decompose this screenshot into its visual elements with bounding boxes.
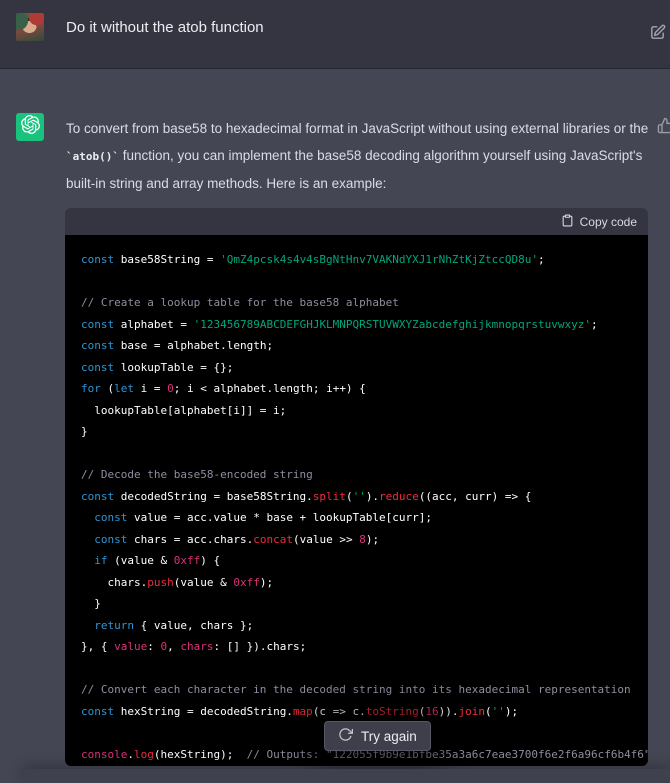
code-line: } <box>81 593 648 615</box>
openai-logo-icon <box>21 115 40 139</box>
assistant-avatar <box>16 113 44 141</box>
code-line: const base58String = 'QmZ4pcsk4s4v4sBgNt… <box>81 249 648 271</box>
code-line: }, { value: 0, chars: [] }).chars; <box>81 636 648 658</box>
copy-code-button[interactable]: Copy code <box>561 214 637 230</box>
user-avatar <box>16 13 44 41</box>
code-line <box>81 271 648 293</box>
code-line: const alphabet = '123456789ABCDEFGHJKLMN… <box>81 314 648 336</box>
try-again-label: Try again <box>361 729 417 744</box>
code-line: for (let i = 0; i < alphabet.length; i++… <box>81 378 648 400</box>
code-line: const hexString = decodedString.map(c =>… <box>81 701 648 723</box>
code-line: const chars = acc.chars.concat(value >> … <box>81 529 648 551</box>
inline-code-atob: `atob()` <box>66 150 119 163</box>
code-line <box>81 443 648 465</box>
code-line: } <box>81 421 648 443</box>
code-body: const base58String = 'QmZ4pcsk4s4v4sBgNt… <box>65 235 648 766</box>
code-line: const base = alphabet.length; <box>81 335 648 357</box>
copy-code-label: Copy code <box>580 215 637 229</box>
code-block: Copy code const base58String = 'QmZ4pcsk… <box>65 208 648 766</box>
code-content: const base58String = 'QmZ4pcsk4s4v4sBgNt… <box>81 249 648 765</box>
code-line: // Create a lookup table for the base58 … <box>81 292 648 314</box>
code-line: const value = acc.value * base + lookupT… <box>81 507 648 529</box>
code-line: // Decode the base58-encoded string <box>81 464 648 486</box>
refresh-icon <box>338 727 353 745</box>
try-again-button[interactable]: Try again <box>324 721 431 751</box>
code-line: // Convert each character in the decoded… <box>81 679 648 701</box>
code-line: const decodedString = base58String.split… <box>81 486 648 508</box>
user-message-row: Do it without the atob function <box>0 0 670 69</box>
code-line: if (value & 0xff) { <box>81 550 648 572</box>
assistant-paragraph: To convert from base58 to hexadecimal fo… <box>66 115 654 197</box>
code-line: const lookupTable = {}; <box>81 357 648 379</box>
user-message-text: Do it without the atob function <box>66 17 264 39</box>
paragraph-text-after: function, you can implement the base58 d… <box>66 148 642 191</box>
code-block-header: Copy code <box>65 208 648 235</box>
paragraph-text-before: To convert from base58 to hexadecimal fo… <box>66 121 648 136</box>
clipboard-icon <box>561 214 574 230</box>
edit-message-icon[interactable] <box>649 24 666 41</box>
code-line: lookupTable[alphabet[i]] = i; <box>81 400 648 422</box>
code-line <box>81 658 648 680</box>
chat-window: Do it without the atob function To conve… <box>0 0 670 783</box>
code-line: return { value, chars }; <box>81 615 648 637</box>
chat-input-bar[interactable] <box>22 769 670 783</box>
code-line: chars.push(value & 0xff); <box>81 572 648 594</box>
thumbs-up-icon[interactable] <box>657 117 670 134</box>
